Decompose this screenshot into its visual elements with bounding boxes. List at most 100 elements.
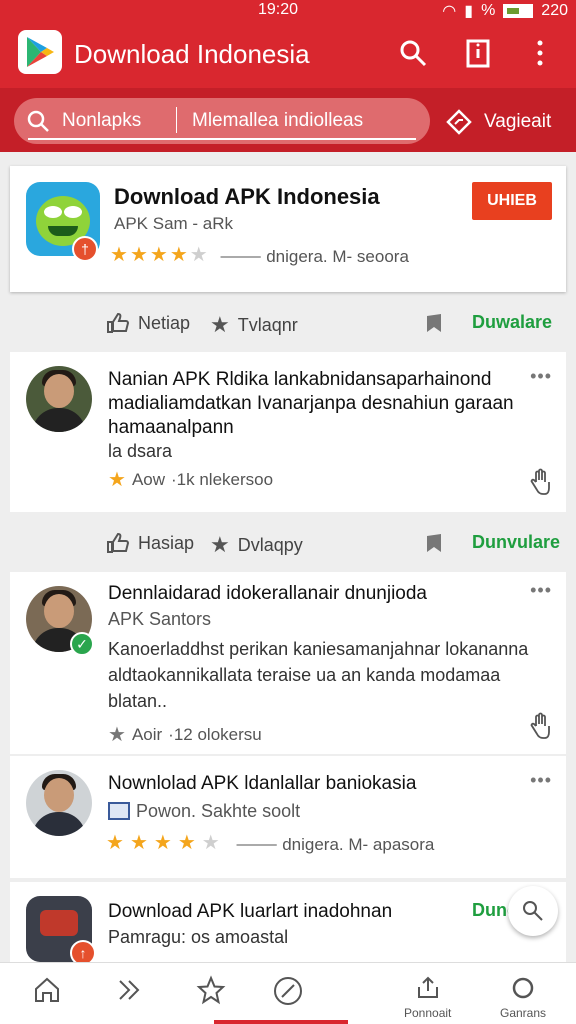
search-input[interactable]: Nonlapks Mlemallea indiolleas xyxy=(14,98,430,144)
post-subtitle: Powon. Sakhte soolt xyxy=(136,801,301,821)
nav-forward[interactable] xyxy=(114,975,144,1008)
app-title: Download APK Indonesia xyxy=(114,184,380,209)
post-card[interactable]: Nanian APK Rldika lankabnidansaparhainon… xyxy=(10,352,566,512)
bookmark-icon[interactable] xyxy=(424,312,444,334)
post-text: la dsara xyxy=(108,441,173,461)
search-icon xyxy=(26,109,50,139)
favorite-label: Dvlaqpy xyxy=(237,534,303,555)
post-subtitle: Pamragu: os amoastal xyxy=(108,927,289,947)
post-card[interactable]: ✓ Dennlaidarad idokerallanair dnunjioda … xyxy=(10,572,566,754)
post-title: Dennlaidarad idokerallanair dnunjioda xyxy=(108,583,428,604)
download-button[interactable]: Duwalare xyxy=(472,312,552,333)
post-text: Kanoerladdhst perikan kaniesamanjahnar l… xyxy=(108,639,529,711)
info-icon[interactable] xyxy=(463,38,493,68)
nav-share[interactable]: Ponnoait xyxy=(404,975,451,1020)
battery-level: 220 xyxy=(541,2,568,19)
post-subtitle-row: Powon. Sakhte soolt xyxy=(108,798,548,824)
star-icon: ★ xyxy=(169,243,188,266)
home-icon xyxy=(35,977,59,1002)
app-badge: ↑ xyxy=(70,940,96,962)
forward-icon xyxy=(119,980,140,1000)
avatar xyxy=(26,770,92,836)
status-icons: ◠ ▮ % 220 xyxy=(442,1,568,21)
nav-favorites[interactable] xyxy=(196,975,226,1008)
download-label: Dunvulare xyxy=(472,532,561,552)
bookmark-icon[interactable] xyxy=(424,532,444,554)
star-icon: ★ xyxy=(149,243,168,266)
hand-icon[interactable] xyxy=(528,712,552,745)
post-footer-label: Aow xyxy=(131,470,166,489)
app-rating: ★ ★ ★ ★ ★ ⸻ dnigera. M- seoora xyxy=(110,242,409,267)
download-label: Duwalare xyxy=(472,312,553,332)
post-card[interactable]: ↑ Download APK luarlart inadohnan Pamrag… xyxy=(10,882,566,962)
post-actions: Netiap ★ Tvlaqnr Duwalare xyxy=(0,296,576,352)
navigate-label: Vagieait xyxy=(484,111,552,132)
avatar xyxy=(26,366,92,432)
more-horiz-icon[interactable]: ••• xyxy=(530,366,552,387)
nav-explore[interactable] xyxy=(272,975,304,1010)
home-indicator xyxy=(214,1020,348,1024)
star-icon: ★ xyxy=(108,724,126,746)
favorite-button[interactable]: ★ Dvlaqpy xyxy=(210,532,303,558)
star-empty-icon: ★ xyxy=(189,243,208,266)
play-store-logo-icon[interactable] xyxy=(18,30,62,74)
post-subtitle: APK Santors xyxy=(108,609,212,629)
app-subtitle: APK Sam - aRk xyxy=(114,214,234,233)
star-icon: ★ xyxy=(110,243,128,266)
search-icon xyxy=(523,901,543,921)
nav-refresh[interactable]: Ganrans xyxy=(500,975,546,1020)
app-bar: Download Indonesia xyxy=(0,22,576,88)
like-button[interactable]: Hasiap xyxy=(106,532,194,554)
app-meta: ⸻ dnigera. M- seoora xyxy=(219,247,409,266)
star-icon: ★ xyxy=(129,831,148,854)
like-button[interactable]: Netiap xyxy=(106,312,190,334)
star-icon: ★ xyxy=(210,312,230,337)
calendar-icon xyxy=(108,802,130,820)
more-horiz-icon[interactable]: ••• xyxy=(530,580,552,601)
download-button[interactable]: Dunvulare xyxy=(472,532,560,553)
search-divider xyxy=(176,107,177,133)
search-placeholder-secondary: Mlemallea indiolleas xyxy=(192,110,364,131)
post-card[interactable]: Nownlolad APK ldanlallar baniokasia ••• … xyxy=(10,756,566,878)
star-icon: ★ xyxy=(129,243,148,266)
post-title: Nanian APK Rldika lankabnidansaparhainon… xyxy=(108,369,514,438)
percent-icon: % xyxy=(481,2,496,19)
navigate-icon xyxy=(446,109,472,135)
post-footer: ★ Aow ·1k nlekersoo xyxy=(108,470,273,490)
post-footer-meta: ·12 olokersu xyxy=(168,724,262,744)
star-icon xyxy=(196,975,226,1005)
search-fab[interactable] xyxy=(508,886,558,936)
thumbs-up-icon xyxy=(107,532,130,553)
status-bar: 19:20 ◠ ▮ % 220 xyxy=(0,0,576,22)
post-footer-meta: ·1k nlekersoo xyxy=(171,470,274,489)
star-icon: ★ xyxy=(106,831,124,854)
signal-icon: ▮ xyxy=(464,3,474,20)
battery-icon xyxy=(503,4,534,18)
search-underline xyxy=(28,138,416,140)
search-icon[interactable] xyxy=(398,38,428,68)
nav-share-label: Ponnoait xyxy=(404,1006,452,1020)
hand-icon[interactable] xyxy=(528,468,552,501)
install-button[interactable]: UHIEB xyxy=(472,182,552,220)
nav-refresh-label: Ganrans xyxy=(500,1006,547,1020)
app-title: Download Indonesia xyxy=(74,39,310,69)
star-empty-icon: ★ xyxy=(201,831,220,854)
featured-app-card[interactable]: † Download APK Indonesia APK Sam - aRk ★… xyxy=(10,166,566,292)
wifi-icon: ◠ xyxy=(442,3,457,20)
search-placeholder: Nonlapks xyxy=(62,110,142,131)
navigate-button[interactable]: Vagieait xyxy=(446,109,551,135)
more-vert-icon[interactable] xyxy=(526,38,556,68)
star-icon: ★ xyxy=(108,469,126,491)
post-actions: Hasiap ★ Dvlaqpy Dunvulare xyxy=(0,516,576,572)
post-footer: ★ Aoir ·12 olokersu xyxy=(108,722,262,747)
thumbs-up-icon xyxy=(107,312,130,333)
post-rating: ★ ★ ★ ★ ★ ⸻ dnigera. M- apasora xyxy=(106,830,434,855)
post-title: Nownlolad APK ldanlallar baniokasia xyxy=(108,773,417,794)
star-icon: ★ xyxy=(210,532,230,557)
favorite-label: Tvlaqnr xyxy=(237,314,298,335)
app-badge: † xyxy=(72,236,98,262)
nav-home[interactable] xyxy=(32,975,62,1008)
verified-icon: ✓ xyxy=(70,632,94,656)
favorite-button[interactable]: ★ Tvlaqnr xyxy=(210,312,298,338)
more-horiz-icon[interactable]: ••• xyxy=(530,770,552,791)
